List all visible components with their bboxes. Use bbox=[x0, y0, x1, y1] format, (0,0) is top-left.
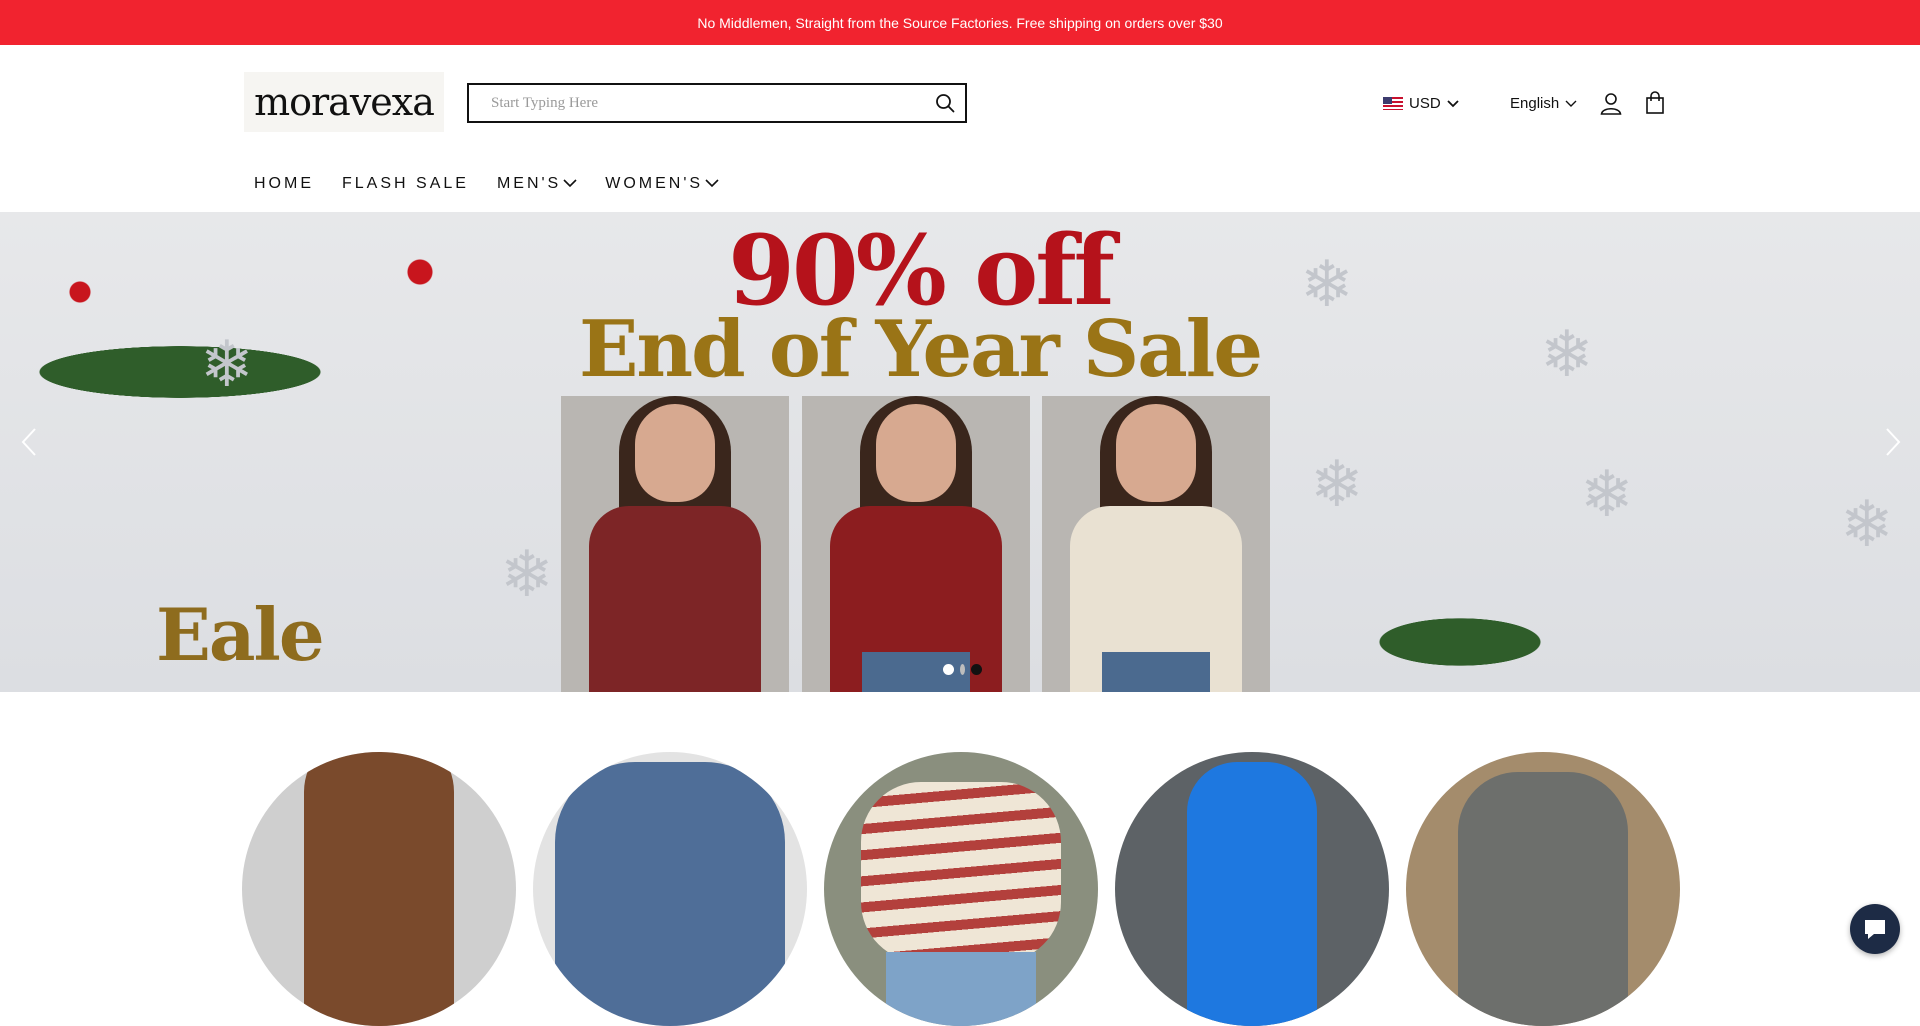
nav-item-label: FLASH SALE bbox=[342, 175, 469, 192]
us-flag-icon bbox=[1383, 96, 1403, 110]
chevron-down-icon bbox=[563, 175, 577, 193]
chevron-down-icon bbox=[1447, 95, 1459, 112]
logo-text: moravexa bbox=[254, 80, 435, 124]
carousel-next-button[interactable] bbox=[1878, 412, 1908, 472]
category-brown-tank-top[interactable] bbox=[242, 752, 516, 1026]
snowflake-icon: ❄ bbox=[1310, 448, 1364, 520]
chat-bubble-icon[interactable] bbox=[1850, 904, 1900, 954]
search-icon[interactable] bbox=[925, 85, 965, 121]
category-blue-long-coat[interactable] bbox=[1115, 752, 1389, 1026]
snowflake-icon: ❄ bbox=[1840, 488, 1894, 560]
chevron-down-icon bbox=[705, 175, 719, 193]
hero-banner[interactable]: ❄ ❄ ❄ ❄ ❄ ❄ ❄ 90% off End of Year Sale E… bbox=[0, 212, 1920, 692]
nav-item-flash-sale[interactable]: FLASH SALE bbox=[342, 175, 469, 193]
hero-partial-text: Eale bbox=[156, 592, 325, 677]
nav-item-label: WOMEN'S bbox=[605, 175, 704, 192]
snowflake-icon: ❄ bbox=[500, 538, 554, 610]
carousel-dot[interactable] bbox=[960, 664, 965, 675]
category-striped-off-shoulder-sweater[interactable] bbox=[824, 752, 1098, 1026]
hero-model-image bbox=[802, 396, 1030, 692]
category-grey-lounge-set[interactable] bbox=[1406, 752, 1680, 1026]
search-input[interactable] bbox=[469, 85, 925, 121]
currency-label: USD bbox=[1409, 94, 1441, 112]
hero-model-image bbox=[561, 396, 789, 692]
carousel-dot[interactable] bbox=[943, 664, 954, 675]
snowflake-icon: ❄ bbox=[1300, 248, 1354, 320]
carousel-dot[interactable] bbox=[971, 664, 982, 675]
shopping-bag-icon[interactable] bbox=[1642, 89, 1668, 117]
carousel-dots bbox=[943, 664, 982, 675]
announcement-bar: No Middlemen, Straight from the Source F… bbox=[0, 0, 1920, 45]
language-selector[interactable]: English bbox=[1510, 92, 1577, 114]
snowflake-icon: ❄ bbox=[1580, 458, 1634, 530]
nav-item-label: HOME bbox=[254, 175, 314, 192]
announcement-text: No Middlemen, Straight from the Source F… bbox=[697, 14, 1223, 31]
language-label: English bbox=[1510, 94, 1560, 112]
carousel-prev-button[interactable] bbox=[14, 412, 44, 472]
nav-item-label: MEN'S bbox=[496, 175, 562, 192]
category-row bbox=[242, 752, 1680, 1026]
user-icon[interactable] bbox=[1598, 89, 1624, 117]
nav-item-womens[interactable]: WOMEN'S bbox=[605, 175, 719, 193]
nav-item-home[interactable]: HOME bbox=[254, 175, 314, 193]
chevron-down-icon bbox=[1565, 95, 1577, 112]
search-bar bbox=[467, 83, 967, 123]
snowflake-icon: ❄ bbox=[1540, 318, 1594, 390]
brand-logo[interactable]: moravexa bbox=[244, 72, 444, 132]
snowflake-icon: ❄ bbox=[200, 328, 254, 400]
hero-subheadline: End of Year Sale bbox=[578, 304, 1263, 395]
hero-model-image bbox=[1042, 396, 1270, 692]
category-blue-knit-sweater[interactable] bbox=[533, 752, 807, 1026]
main-nav: HOME FLASH SALE MEN'S WOMEN'S bbox=[254, 175, 719, 193]
site-header: moravexa USD English HOME FLASH SALE bbox=[0, 45, 1920, 212]
nav-item-mens[interactable]: MEN'S bbox=[497, 175, 577, 193]
currency-selector[interactable]: USD bbox=[1383, 92, 1459, 114]
